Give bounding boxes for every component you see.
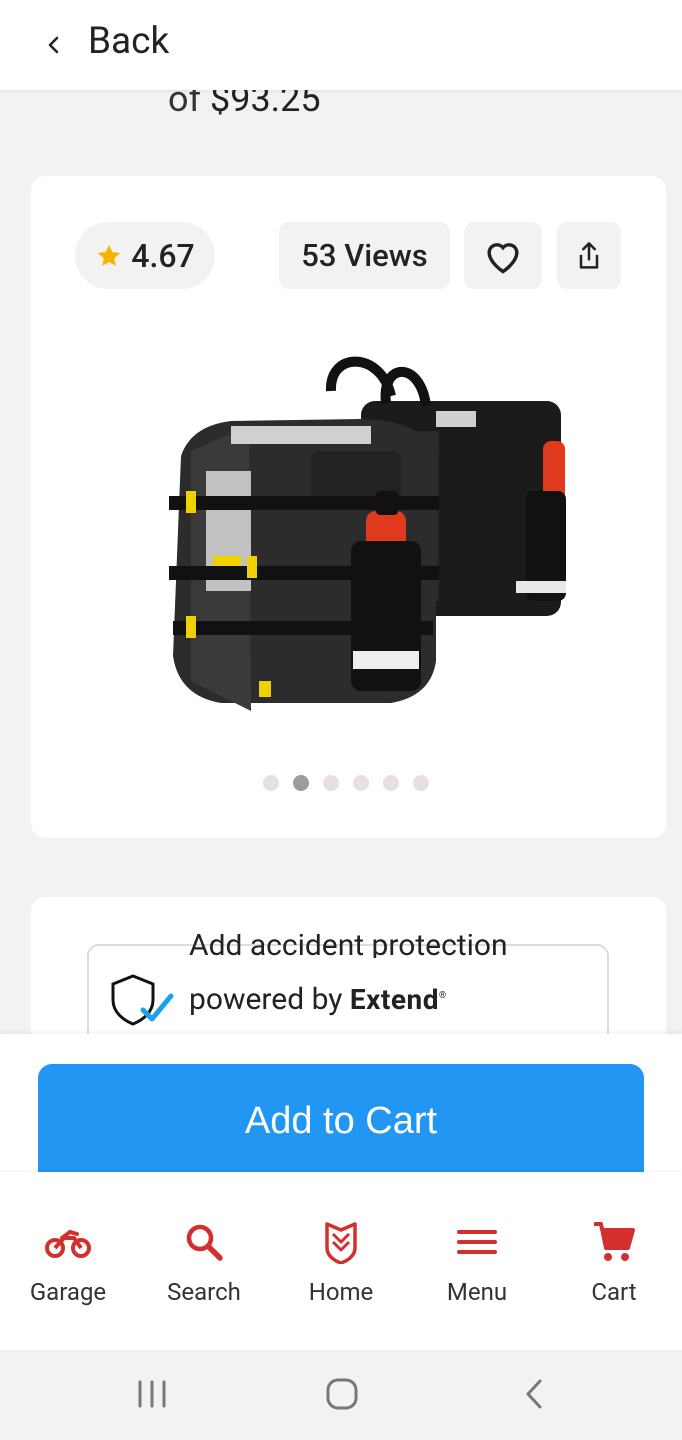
share-button[interactable] (557, 222, 621, 289)
system-nav-bar (0, 1350, 682, 1440)
search-icon (186, 1224, 223, 1261)
home-shield-icon (325, 1222, 357, 1264)
carousel-dot-active[interactable] (293, 775, 309, 791)
nav-item-search[interactable]: Search (139, 1220, 269, 1306)
nav-label-home: Home (308, 1278, 374, 1306)
bottom-nav: Garage Search Home Menu Cart (0, 1172, 682, 1350)
nav-label-menu: Menu (446, 1278, 508, 1306)
add-to-cart-button[interactable]: Add to Cart (38, 1064, 644, 1180)
protection-heading: Add accident protection (189, 934, 508, 958)
powered-by-label: powered by (189, 982, 343, 1017)
protection-text: powered by Extend® (189, 982, 446, 1017)
recent-apps-icon[interactable] (136, 1378, 168, 1410)
shield-check-icon (111, 974, 174, 1026)
carousel-dot[interactable] (353, 775, 369, 791)
menu-icon (457, 1230, 497, 1254)
nav-item-cart[interactable]: Cart (549, 1220, 679, 1306)
carousel-dot[interactable] (383, 775, 399, 791)
product-gallery-card: 4.67 53 Views (31, 176, 666, 838)
views-count: 53 Views (301, 237, 428, 274)
nav-item-garage[interactable]: Garage (3, 1220, 133, 1306)
home-circle-icon[interactable] (325, 1377, 359, 1411)
nav-item-home[interactable]: Home (276, 1220, 406, 1306)
nav-label-cart: Cart (591, 1278, 637, 1306)
views-badge: 53 Views (279, 222, 450, 289)
system-back-icon[interactable] (520, 1377, 548, 1411)
nav-item-menu[interactable]: Menu (412, 1220, 542, 1306)
top-bar: Back (0, 0, 682, 90)
carousel-dots (263, 775, 429, 791)
carousel-dot[interactable] (413, 775, 429, 791)
cta-area: Add to Cart (0, 1034, 682, 1180)
nav-label-garage: Garage (29, 1278, 107, 1306)
rating-badge[interactable]: 4.67 (75, 222, 215, 289)
favorite-button[interactable] (464, 222, 542, 289)
extend-logo: Extend (349, 983, 439, 1016)
back-button[interactable]: Back (88, 20, 169, 63)
cart-icon (594, 1222, 635, 1261)
nav-label-search: Search (167, 1278, 241, 1306)
registered-mark: ® (438, 991, 447, 1001)
carousel-dot[interactable] (323, 775, 339, 791)
product-image[interactable] (131, 351, 571, 731)
heart-icon (487, 242, 519, 274)
star-icon (98, 244, 121, 266)
rating-value: 4.67 (131, 236, 195, 275)
carousel-dot[interactable] (263, 775, 279, 791)
protection-card: Add accident protection powered by Exten… (31, 897, 666, 1057)
share-icon (579, 241, 599, 269)
chevron-left-icon[interactable] (44, 33, 64, 57)
motorcycle-icon (45, 1229, 91, 1258)
